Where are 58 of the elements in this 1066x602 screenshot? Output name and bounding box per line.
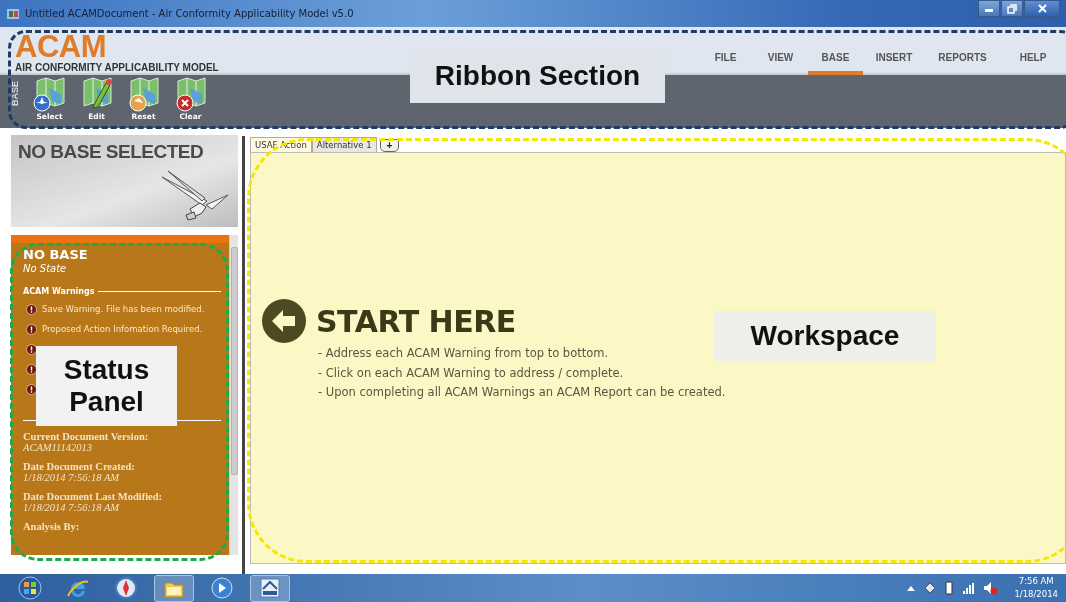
app-icon bbox=[6, 6, 20, 21]
start-heading: START HERE bbox=[316, 303, 516, 339]
menu-tab[interactable]: VIEW bbox=[753, 27, 808, 75]
field-label: Date Document Last Modified: bbox=[23, 491, 164, 502]
taskbar-app[interactable] bbox=[250, 574, 290, 602]
battery-icon[interactable] bbox=[944, 581, 955, 595]
windows-logo-icon bbox=[18, 576, 42, 600]
clock[interactable]: 7:56 AM 1/18/2014 bbox=[1014, 575, 1058, 601]
close-icon bbox=[1037, 4, 1047, 13]
close-button[interactable] bbox=[1024, 0, 1060, 17]
base-name: NO BASE bbox=[23, 247, 89, 262]
section-heading: ACAM Warnings bbox=[23, 287, 95, 296]
map-icon bbox=[32, 76, 67, 112]
field-value: 1/18/2014 7:56:18 AM bbox=[23, 472, 121, 483]
restore-icon bbox=[1007, 3, 1017, 14]
logo-text: ACAM bbox=[15, 31, 106, 62]
instruction-text: - Upon completing all ACAM Warnings an ACAM Report can be created. bbox=[318, 384, 727, 401]
taskbar-app[interactable] bbox=[154, 574, 194, 602]
field-value: 1/18/2014 7:56:18 AM bbox=[23, 502, 121, 513]
base-state: No State bbox=[23, 262, 68, 276]
app-window-icon bbox=[258, 576, 282, 600]
minimize-button[interactable] bbox=[978, 0, 1000, 17]
add-tab-button[interactable]: + bbox=[379, 139, 400, 152]
compass-icon bbox=[114, 576, 138, 600]
speaker-icon[interactable] bbox=[983, 581, 999, 595]
warning-icon bbox=[26, 303, 37, 315]
menu-tab[interactable]: HELP bbox=[1000, 27, 1066, 75]
menu-tab[interactable]: INSERT bbox=[863, 27, 925, 75]
annotation-label: Workspace bbox=[714, 311, 936, 361]
instruction-text: - Address each ACAM Warning from top to bottom. bbox=[318, 345, 610, 362]
field-label: Analysis By: bbox=[23, 521, 81, 532]
clock-time: 7:56 AM bbox=[1017, 575, 1055, 588]
app-subtitle: AIR CONFORMITY APPLICABILITY MODEL bbox=[15, 62, 219, 73]
field-value: ACAM11142013 bbox=[23, 442, 94, 453]
scrollbar[interactable] bbox=[229, 235, 238, 555]
restore-button[interactable] bbox=[1001, 0, 1023, 17]
tray-diamond-icon[interactable] bbox=[924, 582, 937, 594]
map-icon bbox=[126, 76, 161, 112]
banner-title: NO BASE SELECTED bbox=[18, 141, 205, 163]
warning-icon bbox=[26, 383, 37, 395]
warning-icon bbox=[26, 343, 37, 355]
annotation-label: Ribbon Section bbox=[410, 50, 665, 103]
window-title: Untitled ACAMDocument - Air Conformity Applicability Model v5.0 bbox=[25, 7, 354, 21]
annotation-label: Status Panel bbox=[36, 346, 177, 426]
clock-date: 1/18/2014 bbox=[1014, 588, 1058, 601]
field-label: Current Document Version: bbox=[23, 431, 150, 442]
menu-tab[interactable]: REPORTS bbox=[925, 27, 1000, 75]
map-x-icon bbox=[173, 76, 208, 112]
menu-tab[interactable]: FILE bbox=[698, 27, 753, 75]
warning-icon bbox=[26, 323, 37, 335]
instruction-text: - Click on each ACAM Warning to address / complete. bbox=[318, 364, 625, 382]
signal-icon[interactable] bbox=[962, 582, 976, 594]
field-label: Date Document Created: bbox=[23, 461, 136, 472]
warning-link[interactable]: Proposed Action Infomation Required. bbox=[42, 322, 203, 336]
group-label: BASE bbox=[10, 81, 20, 106]
warning-link[interactable]: Save Warning. File has been modified. bbox=[42, 302, 205, 316]
media-player-icon bbox=[210, 576, 234, 600]
warning-icon bbox=[26, 363, 37, 375]
